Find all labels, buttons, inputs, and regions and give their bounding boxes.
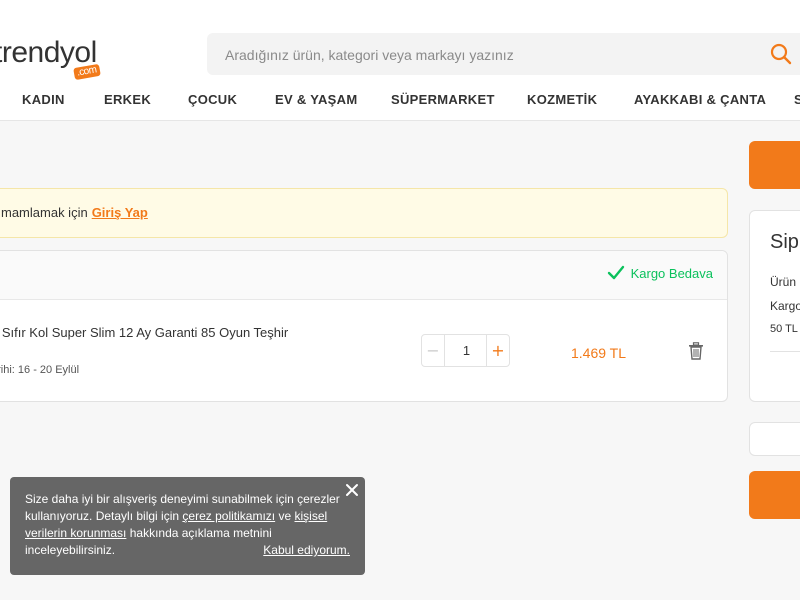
search-icon[interactable]	[770, 43, 792, 65]
delivery-date: arihi: 16 - 20 Eylül	[0, 364, 80, 376]
category-nav: KADIN ERKEK ÇOCUK EV & YAŞAM SÜPERMARKET…	[0, 92, 800, 114]
nav-item-supermarket[interactable]: SÜPERMARKET	[391, 92, 495, 107]
nav-item-kadin[interactable]: KADIN	[22, 92, 65, 107]
alert-text: mamlamak için	[1, 205, 88, 220]
search-bar	[207, 33, 800, 77]
cookie-policy-link[interactable]: çerez politikamızı	[182, 509, 275, 523]
summary-products-label: Ürün	[770, 275, 797, 289]
order-summary: Sip Ürün Kargo 50 TL	[749, 210, 800, 402]
login-link[interactable]: Giriş Yap	[92, 205, 148, 220]
free-shipping-label: Kargo Bedava	[630, 266, 713, 281]
increase-quantity-button[interactable]: +	[486, 335, 509, 366]
nav-item-truncated[interactable]: S	[794, 92, 800, 107]
close-icon[interactable]	[345, 483, 359, 497]
logo[interactable]: trendyol .com	[0, 36, 101, 81]
summary-divider	[770, 351, 800, 352]
product-name[interactable]: p Sıfır Kol Super Slim 12 Ay Garanti 85 …	[0, 325, 288, 340]
nav-item-cocuk[interactable]: ÇOCUK	[188, 92, 237, 107]
summary-title: Sip	[770, 231, 799, 253]
trash-icon[interactable]	[688, 342, 704, 360]
nav-item-kozmetik[interactable]: KOZMETİK	[527, 92, 597, 107]
check-icon	[607, 265, 624, 280]
confirm-cart-button-bottom[interactable]	[749, 471, 800, 519]
nav-item-ev-yasam[interactable]: EV & YAŞAM	[275, 92, 357, 107]
accept-cookies-button[interactable]: Kabul ediyorum.	[263, 542, 350, 559]
nav-item-ayakkabi-canta[interactable]: AYAKKABI & ÇANTA	[634, 92, 766, 107]
quantity-stepper: − 1 +	[421, 334, 510, 367]
site-header: trendyol .com KADIN ERKEK ÇOCUK EV & YAŞ…	[0, 0, 800, 121]
alert-message: mamlamak için Giriş Yap	[1, 205, 148, 220]
cookie-text-2: ve	[278, 509, 292, 523]
summary-shipping-label: Kargo	[770, 299, 800, 313]
cookie-banner: Size daha iyi bir alışveriş deneyimi sun…	[10, 477, 365, 575]
summary-shipping-note: 50 TL	[770, 323, 798, 335]
login-alert: mamlamak için Giriş Yap	[0, 188, 728, 238]
nav-item-erkek[interactable]: ERKEK	[104, 92, 151, 107]
search-input[interactable]	[223, 33, 747, 77]
cart-seller-box: Kargo Bedava p Sıfır Kol Super Slim 12 A…	[0, 250, 728, 402]
confirm-cart-button[interactable]	[749, 141, 800, 189]
free-shipping-badge: Kargo Bedava	[607, 265, 713, 281]
cart-header: Kargo Bedava	[0, 251, 727, 300]
product-price: 1.469 TL	[571, 345, 627, 361]
logo-text: trendyol	[0, 36, 97, 69]
decrease-quantity-button[interactable]: −	[422, 335, 445, 366]
quantity-value[interactable]: 1	[445, 335, 488, 366]
discount-code-field[interactable]	[749, 422, 800, 456]
